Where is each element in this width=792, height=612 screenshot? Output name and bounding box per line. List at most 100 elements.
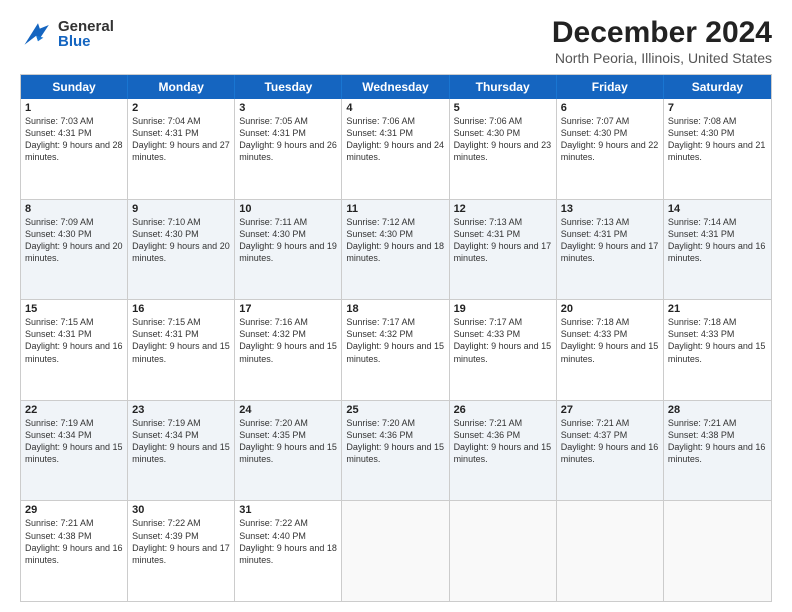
cell-info: Sunrise: 7:21 AMSunset: 4:38 PMDaylight:…	[668, 417, 767, 466]
day-number: 7	[668, 102, 767, 114]
calendar-cell: 9Sunrise: 7:10 AMSunset: 4:30 PMDaylight…	[128, 200, 235, 300]
calendar-cell: 19Sunrise: 7:17 AMSunset: 4:33 PMDayligh…	[450, 300, 557, 400]
calendar-cell: 11Sunrise: 7:12 AMSunset: 4:30 PMDayligh…	[342, 200, 449, 300]
cell-info: Sunrise: 7:10 AMSunset: 4:30 PMDaylight:…	[132, 216, 230, 265]
day-number: 22	[25, 404, 123, 416]
calendar-cell	[450, 501, 557, 601]
calendar-cell: 14Sunrise: 7:14 AMSunset: 4:31 PMDayligh…	[664, 200, 771, 300]
calendar-row: 22Sunrise: 7:19 AMSunset: 4:34 PMDayligh…	[21, 400, 771, 501]
cell-info: Sunrise: 7:13 AMSunset: 4:31 PMDaylight:…	[561, 216, 659, 265]
calendar-row: 8Sunrise: 7:09 AMSunset: 4:30 PMDaylight…	[21, 199, 771, 300]
cell-info: Sunrise: 7:17 AMSunset: 4:33 PMDaylight:…	[454, 316, 552, 365]
calendar-cell: 26Sunrise: 7:21 AMSunset: 4:36 PMDayligh…	[450, 401, 557, 501]
cell-info: Sunrise: 7:22 AMSunset: 4:39 PMDaylight:…	[132, 517, 230, 566]
day-number: 16	[132, 303, 230, 315]
cell-info: Sunrise: 7:14 AMSunset: 4:31 PMDaylight:…	[668, 216, 767, 265]
day-number: 31	[239, 504, 337, 516]
calendar-row: 1Sunrise: 7:03 AMSunset: 4:31 PMDaylight…	[21, 99, 771, 199]
day-number: 24	[239, 404, 337, 416]
calendar-row: 29Sunrise: 7:21 AMSunset: 4:38 PMDayligh…	[21, 500, 771, 601]
cell-info: Sunrise: 7:19 AMSunset: 4:34 PMDaylight:…	[132, 417, 230, 466]
cell-info: Sunrise: 7:03 AMSunset: 4:31 PMDaylight:…	[25, 115, 123, 164]
day-number: 2	[132, 102, 230, 114]
calendar-cell: 4Sunrise: 7:06 AMSunset: 4:31 PMDaylight…	[342, 99, 449, 199]
cell-info: Sunrise: 7:07 AMSunset: 4:30 PMDaylight:…	[561, 115, 659, 164]
logo-icon	[20, 16, 56, 52]
logo-text: General Blue	[58, 19, 114, 49]
cell-info: Sunrise: 7:08 AMSunset: 4:30 PMDaylight:…	[668, 115, 767, 164]
cell-info: Sunrise: 7:22 AMSunset: 4:40 PMDaylight:…	[239, 517, 337, 566]
calendar-cell: 18Sunrise: 7:17 AMSunset: 4:32 PMDayligh…	[342, 300, 449, 400]
cell-info: Sunrise: 7:05 AMSunset: 4:31 PMDaylight:…	[239, 115, 337, 164]
calendar-cell	[664, 501, 771, 601]
day-number: 6	[561, 102, 659, 114]
cell-info: Sunrise: 7:12 AMSunset: 4:30 PMDaylight:…	[346, 216, 444, 265]
day-number: 13	[561, 203, 659, 215]
calendar-body: 1Sunrise: 7:03 AMSunset: 4:31 PMDaylight…	[21, 99, 771, 601]
calendar-cell: 5Sunrise: 7:06 AMSunset: 4:30 PMDaylight…	[450, 99, 557, 199]
calendar-cell: 27Sunrise: 7:21 AMSunset: 4:37 PMDayligh…	[557, 401, 664, 501]
day-number: 5	[454, 102, 552, 114]
cell-info: Sunrise: 7:20 AMSunset: 4:35 PMDaylight:…	[239, 417, 337, 466]
calendar-row: 15Sunrise: 7:15 AMSunset: 4:31 PMDayligh…	[21, 299, 771, 400]
calendar-cell: 21Sunrise: 7:18 AMSunset: 4:33 PMDayligh…	[664, 300, 771, 400]
day-number: 26	[454, 404, 552, 416]
cell-info: Sunrise: 7:21 AMSunset: 4:38 PMDaylight:…	[25, 517, 123, 566]
cell-info: Sunrise: 7:11 AMSunset: 4:30 PMDaylight:…	[239, 216, 337, 265]
day-number: 30	[132, 504, 230, 516]
calendar-cell	[342, 501, 449, 601]
day-number: 8	[25, 203, 123, 215]
calendar: Sunday Monday Tuesday Wednesday Thursday…	[20, 74, 772, 602]
page: General Blue December 2024 North Peoria,…	[0, 0, 792, 612]
day-number: 15	[25, 303, 123, 315]
day-number: 12	[454, 203, 552, 215]
cell-info: Sunrise: 7:20 AMSunset: 4:36 PMDaylight:…	[346, 417, 444, 466]
calendar-cell: 25Sunrise: 7:20 AMSunset: 4:36 PMDayligh…	[342, 401, 449, 501]
day-number: 4	[346, 102, 444, 114]
header: General Blue December 2024 North Peoria,…	[20, 16, 772, 66]
calendar-cell: 24Sunrise: 7:20 AMSunset: 4:35 PMDayligh…	[235, 401, 342, 501]
day-number: 23	[132, 404, 230, 416]
header-saturday: Saturday	[664, 75, 771, 99]
day-number: 28	[668, 404, 767, 416]
header-thursday: Thursday	[450, 75, 557, 99]
day-number: 14	[668, 203, 767, 215]
cell-info: Sunrise: 7:16 AMSunset: 4:32 PMDaylight:…	[239, 316, 337, 365]
calendar-cell: 23Sunrise: 7:19 AMSunset: 4:34 PMDayligh…	[128, 401, 235, 501]
calendar-cell: 16Sunrise: 7:15 AMSunset: 4:31 PMDayligh…	[128, 300, 235, 400]
calendar-cell: 15Sunrise: 7:15 AMSunset: 4:31 PMDayligh…	[21, 300, 128, 400]
day-number: 29	[25, 504, 123, 516]
main-title: December 2024	[552, 16, 772, 50]
day-number: 1	[25, 102, 123, 114]
header-wednesday: Wednesday	[342, 75, 449, 99]
day-number: 19	[454, 303, 552, 315]
cell-info: Sunrise: 7:09 AMSunset: 4:30 PMDaylight:…	[25, 216, 123, 265]
day-number: 10	[239, 203, 337, 215]
calendar-cell: 28Sunrise: 7:21 AMSunset: 4:38 PMDayligh…	[664, 401, 771, 501]
calendar-header: Sunday Monday Tuesday Wednesday Thursday…	[21, 75, 771, 99]
cell-info: Sunrise: 7:18 AMSunset: 4:33 PMDaylight:…	[668, 316, 767, 365]
calendar-cell: 29Sunrise: 7:21 AMSunset: 4:38 PMDayligh…	[21, 501, 128, 601]
calendar-cell: 22Sunrise: 7:19 AMSunset: 4:34 PMDayligh…	[21, 401, 128, 501]
logo: General Blue	[20, 16, 114, 52]
cell-info: Sunrise: 7:19 AMSunset: 4:34 PMDaylight:…	[25, 417, 123, 466]
cell-info: Sunrise: 7:06 AMSunset: 4:31 PMDaylight:…	[346, 115, 444, 164]
calendar-cell: 13Sunrise: 7:13 AMSunset: 4:31 PMDayligh…	[557, 200, 664, 300]
day-number: 3	[239, 102, 337, 114]
cell-info: Sunrise: 7:15 AMSunset: 4:31 PMDaylight:…	[25, 316, 123, 365]
day-number: 11	[346, 203, 444, 215]
logo-general: General	[58, 19, 114, 34]
cell-info: Sunrise: 7:21 AMSunset: 4:37 PMDaylight:…	[561, 417, 659, 466]
calendar-cell: 2Sunrise: 7:04 AMSunset: 4:31 PMDaylight…	[128, 99, 235, 199]
day-number: 18	[346, 303, 444, 315]
calendar-cell: 31Sunrise: 7:22 AMSunset: 4:40 PMDayligh…	[235, 501, 342, 601]
cell-info: Sunrise: 7:15 AMSunset: 4:31 PMDaylight:…	[132, 316, 230, 365]
calendar-cell: 12Sunrise: 7:13 AMSunset: 4:31 PMDayligh…	[450, 200, 557, 300]
calendar-cell: 10Sunrise: 7:11 AMSunset: 4:30 PMDayligh…	[235, 200, 342, 300]
calendar-cell: 20Sunrise: 7:18 AMSunset: 4:33 PMDayligh…	[557, 300, 664, 400]
calendar-cell: 8Sunrise: 7:09 AMSunset: 4:30 PMDaylight…	[21, 200, 128, 300]
header-friday: Friday	[557, 75, 664, 99]
day-number: 20	[561, 303, 659, 315]
logo-blue: Blue	[58, 34, 114, 49]
title-area: December 2024 North Peoria, Illinois, Un…	[552, 16, 772, 66]
